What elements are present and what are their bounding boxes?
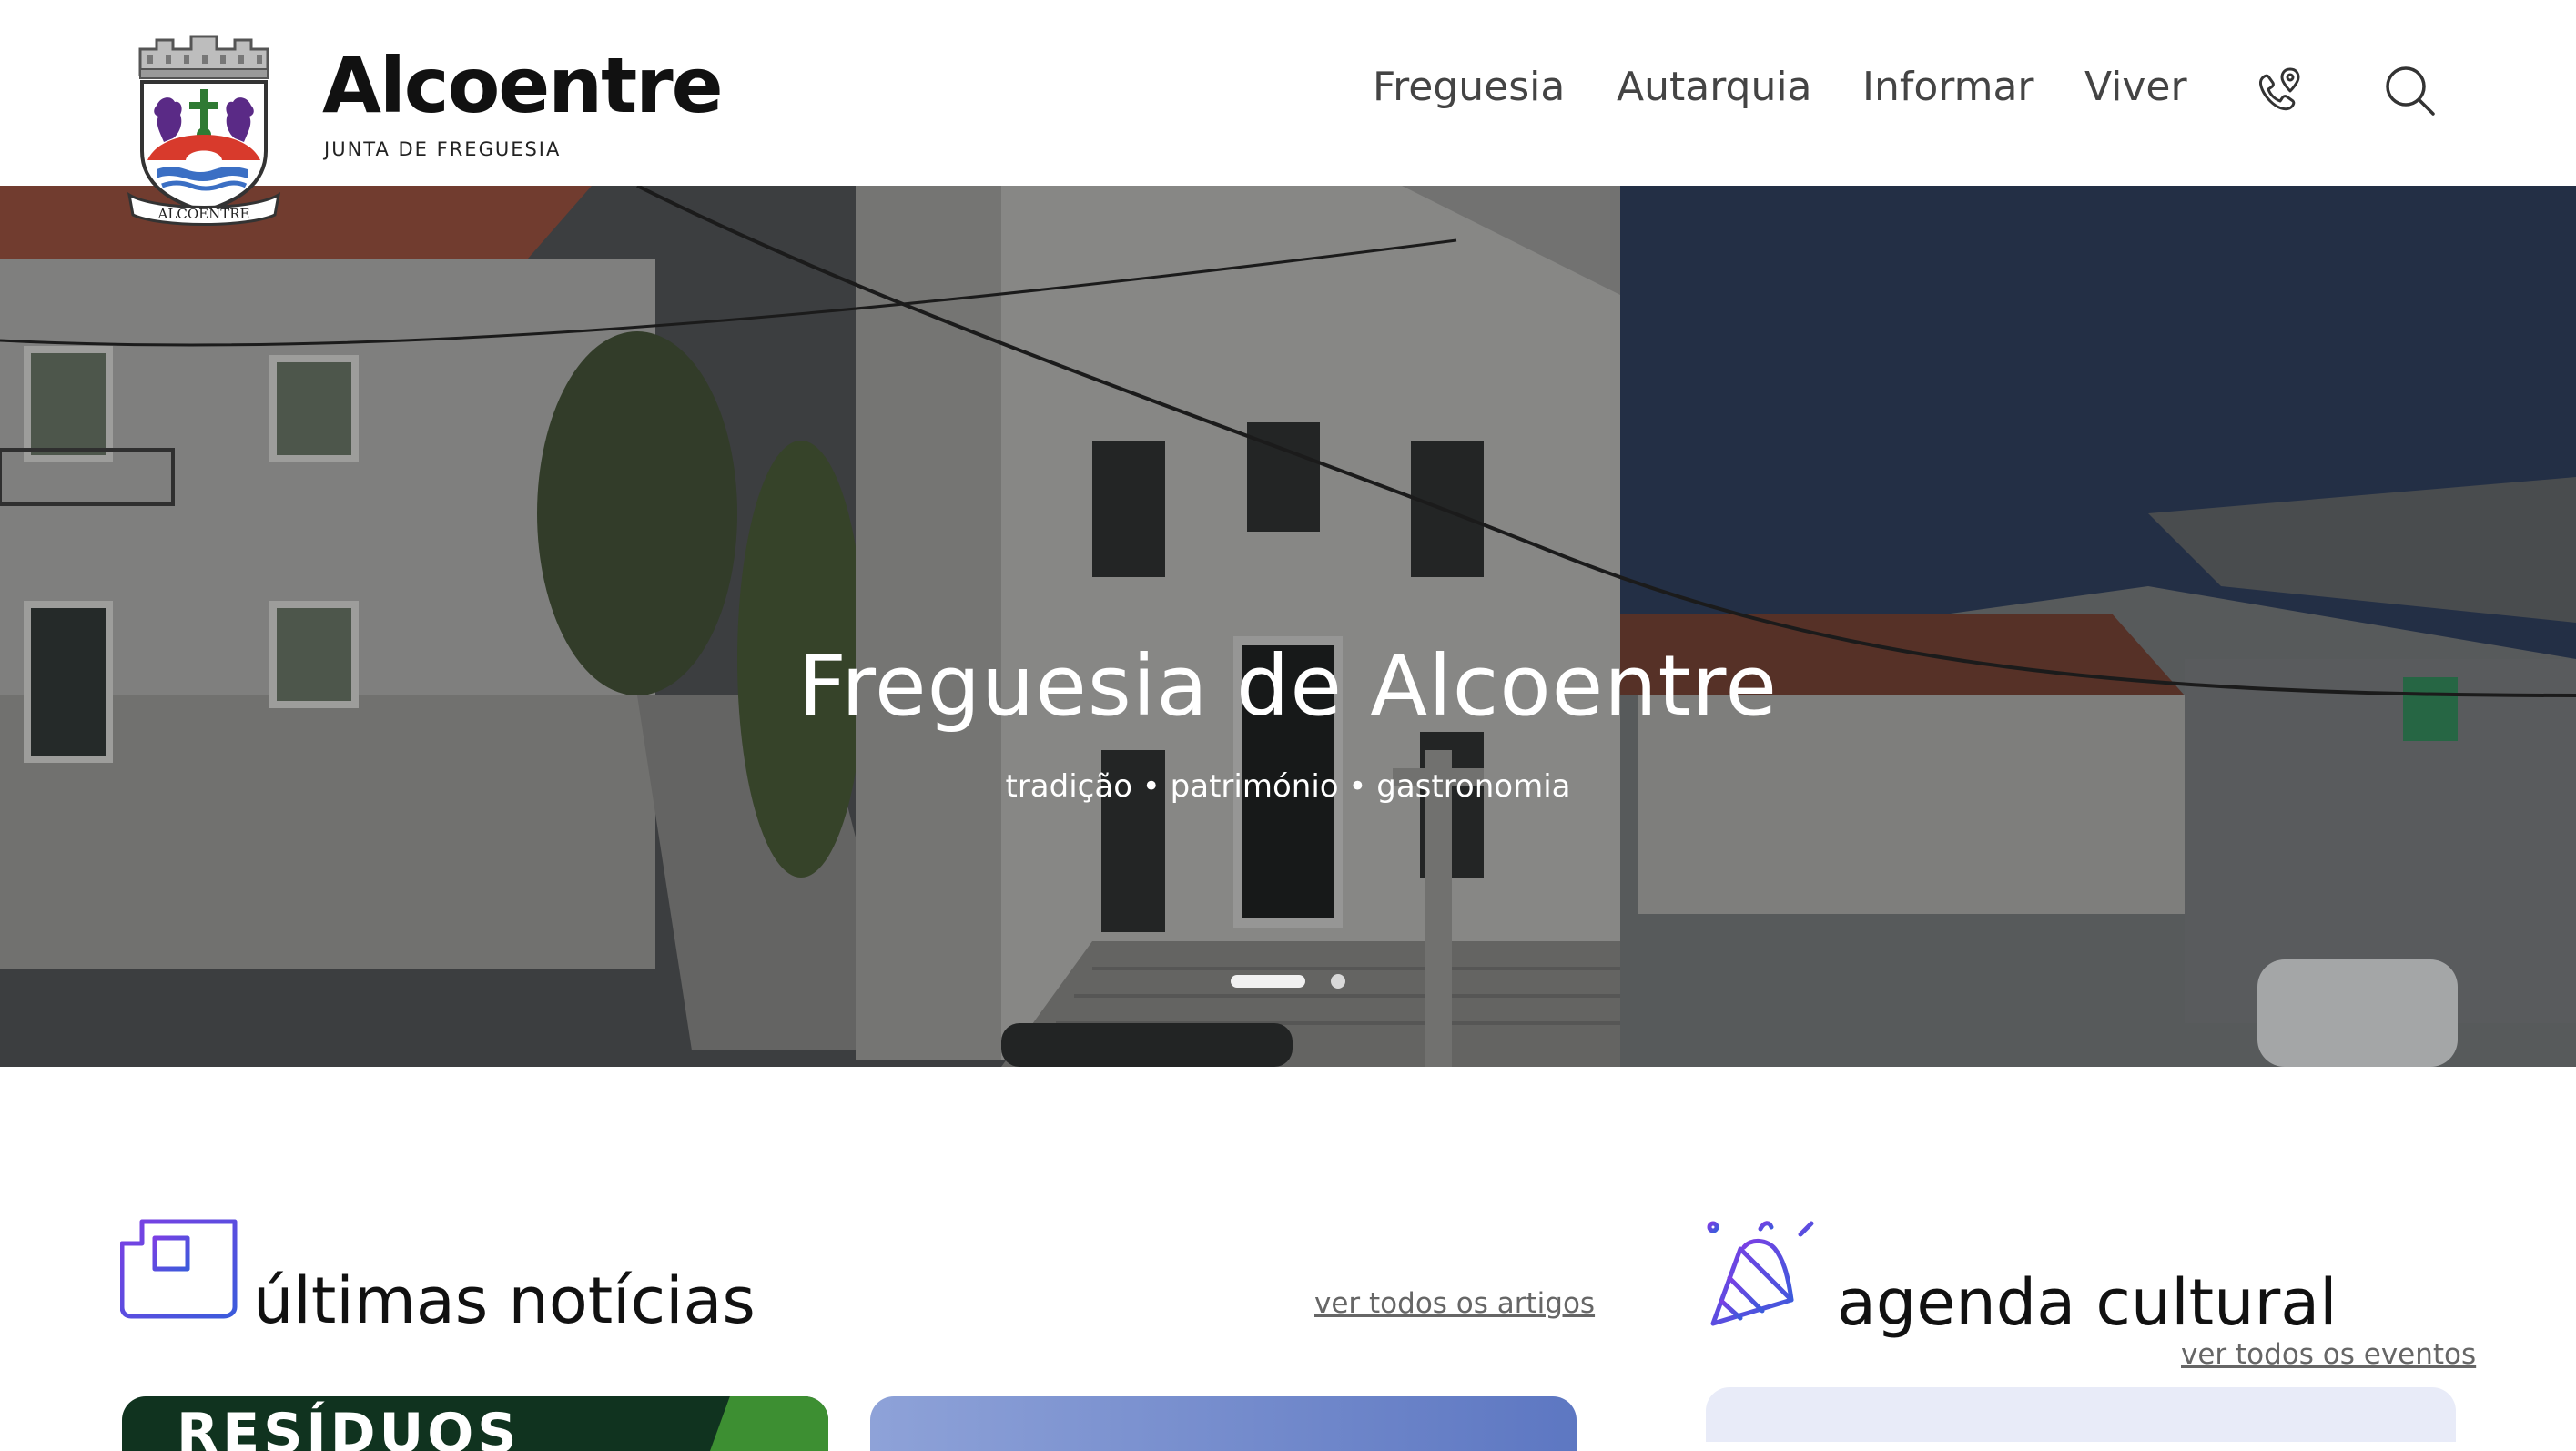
crest-logo[interactable]: ALCOENTRE [120,33,288,229]
nav-autarquia[interactable]: Autarquia [1617,64,1812,110]
newspaper-icon [119,1216,240,1325]
agenda-section-title: agenda cultural [1837,1265,2338,1340]
hero-title: Freguesia de Alcoentre [797,637,1779,735]
nav-freguesia[interactable]: Freguesia [1373,64,1565,110]
news-card-2[interactable] [870,1396,1577,1451]
nav-viver[interactable]: Viver [2084,64,2187,110]
all-articles-link[interactable]: ver todos os artigos [1314,1287,1595,1320]
brand-subtitle: JUNTA DE FREGUESIA [324,138,562,160]
site-header: Alcoentre JUNTA DE FREGUESIA Freguesia A… [0,0,2576,186]
nav-informar[interactable]: Informar [1862,64,2034,110]
hero-subtitle: tradição • património • gastronomia [1005,768,1571,805]
party-popper-icon [1704,1213,1828,1334]
crest-scroll-text: ALCOENTRE [157,206,250,222]
all-events-link[interactable]: ver todos os eventos [2181,1338,2476,1371]
slide-dot[interactable] [1331,974,1345,989]
phone-location-icon[interactable] [2254,66,2305,120]
news-card-1-text: RESÍDUOS [177,1402,521,1451]
agenda-card-1[interactable] [1706,1387,2456,1442]
news-card-1[interactable]: RESÍDUOS [122,1396,828,1451]
hero-slider: Freguesia de Alcoentre tradição • patrim… [0,186,2576,1067]
card-accent-stripe [710,1396,828,1451]
brand-name[interactable]: Alcoentre [322,47,724,124]
news-section-title: últimas notícias [253,1263,756,1338]
hero-background-photo [0,186,2576,1067]
slide-dot-active[interactable] [1231,975,1305,988]
search-icon[interactable] [2383,64,2438,122]
slider-pagination [1231,974,1345,989]
